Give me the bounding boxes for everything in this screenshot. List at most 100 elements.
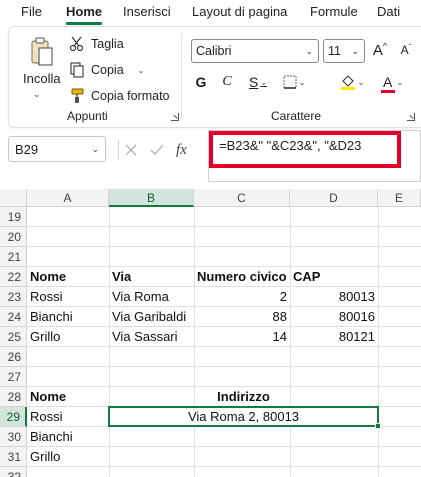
row-header[interactable]: 27 xyxy=(0,367,27,387)
format-painter-icon xyxy=(69,88,85,104)
cell-b28-merged[interactable]: Indirizzo xyxy=(109,387,378,407)
chevron-down-icon: ⌄ xyxy=(351,46,359,56)
paste-button[interactable]: Incolla ⌄ xyxy=(21,37,61,103)
row-header[interactable]: 21 xyxy=(0,247,27,267)
cell-a24[interactable]: Bianchi xyxy=(30,307,108,327)
chevron-down-icon: ⌄ xyxy=(260,77,268,87)
bold-button[interactable]: G xyxy=(193,71,209,93)
grow-font-icon: A xyxy=(372,41,383,59)
formula-bar-buttons: fx xyxy=(124,140,208,160)
cut-button[interactable]: Taglia xyxy=(69,33,124,55)
row-header[interactable]: 30 xyxy=(0,427,27,447)
cell-a30[interactable]: Bianchi xyxy=(30,427,108,447)
cell-b29-merged[interactable]: Via Roma 2, 80013 xyxy=(109,407,378,427)
cell-a23[interactable]: Rossi xyxy=(30,287,108,307)
cell-d23[interactable]: 80013 xyxy=(293,287,375,307)
tab-file[interactable]: File xyxy=(21,4,42,19)
column-header-d[interactable]: D xyxy=(290,189,378,207)
name-box-value: B29 xyxy=(15,142,39,157)
name-box[interactable]: B29 ⌄ xyxy=(8,136,106,162)
format-painter-label: Copia formato xyxy=(91,89,170,103)
tab-home[interactable]: Home xyxy=(66,4,102,19)
row-header[interactable]: 26 xyxy=(0,347,27,367)
cell-b25[interactable]: Via Sassari xyxy=(112,327,193,347)
fill-color-button[interactable]: ⌄ xyxy=(337,71,367,93)
grid-line xyxy=(27,366,421,367)
active-tab-indicator xyxy=(66,22,102,25)
tab-insert[interactable]: Inserisci xyxy=(123,4,171,19)
row-header-selected[interactable]: 29 xyxy=(0,407,27,427)
scissors-icon xyxy=(69,36,85,52)
underline-icon: S xyxy=(248,74,259,90)
paint-bucket-icon xyxy=(340,75,355,90)
row-header[interactable]: 23 xyxy=(0,287,27,307)
font-size-value: 11 xyxy=(328,44,341,58)
tab-data[interactable]: Dati xyxy=(377,4,400,19)
borders-button[interactable]: ⌄ xyxy=(279,71,309,93)
group-separator xyxy=(181,33,182,119)
cell-c23[interactable]: 2 xyxy=(197,287,287,307)
row-header[interactable]: 24 xyxy=(0,307,27,327)
cancel-icon[interactable] xyxy=(124,143,138,157)
cell-c24[interactable]: 88 xyxy=(197,307,287,327)
cell-d25[interactable]: 80121 xyxy=(293,327,375,347)
column-header-a[interactable]: A xyxy=(27,189,109,207)
formula-bar-divider xyxy=(118,140,119,160)
cell-a22[interactable]: Nome xyxy=(30,267,108,287)
grid-line xyxy=(378,207,379,477)
decrease-font-size-button[interactable]: Aˇ xyxy=(395,39,417,61)
clipboard-group-label: Appunti xyxy=(67,109,108,123)
copy-button[interactable]: Copia ⌄ xyxy=(69,59,144,81)
copy-dropdown-chevron-icon[interactable]: ⌄ xyxy=(138,66,145,75)
chevron-down-icon: ⌄ xyxy=(396,77,404,87)
increase-font-size-button[interactable]: A ^ xyxy=(369,39,391,61)
underline-button[interactable]: S ⌄ xyxy=(245,71,271,93)
cell-c25[interactable]: 14 xyxy=(197,327,287,347)
worksheet-grid[interactable]: A B C D E 19 20 21 22 23 24 25 26 27 28 … xyxy=(0,189,421,477)
row-header[interactable]: 20 xyxy=(0,227,27,247)
tab-formulas[interactable]: Formule xyxy=(310,4,358,19)
font-color-button[interactable]: A ⌄ xyxy=(377,71,407,93)
copy-icon xyxy=(69,62,85,78)
row-header[interactable]: 31 xyxy=(0,447,27,467)
column-header-c[interactable]: C xyxy=(194,189,290,207)
row-header[interactable]: 32 xyxy=(0,467,27,477)
cell-a28[interactable]: Nome xyxy=(30,387,108,407)
select-all-corner[interactable] xyxy=(0,189,27,207)
cell-d24[interactable]: 80016 xyxy=(293,307,375,327)
row-header[interactable]: 28 xyxy=(0,387,27,407)
italic-button[interactable]: C xyxy=(219,71,235,93)
clipboard-dialog-launcher-icon[interactable] xyxy=(171,113,179,121)
chevron-down-icon[interactable]: ⌄ xyxy=(33,89,41,100)
font-size-select[interactable]: 11 ⌄ xyxy=(323,39,365,63)
row-header[interactable]: 19 xyxy=(0,207,27,227)
chevron-down-icon: ⌄ xyxy=(298,77,306,87)
tab-page-layout[interactable]: Layout di pagina xyxy=(192,4,287,19)
cell-b23[interactable]: Via Roma xyxy=(112,287,193,307)
font-name-select[interactable]: Calibri ⌄ xyxy=(191,39,319,63)
cell-d22[interactable]: CAP xyxy=(293,267,377,287)
row-header[interactable]: 25 xyxy=(0,327,27,347)
cell-a31[interactable]: Grillo xyxy=(30,447,108,467)
caret-down-icon: ˇ xyxy=(408,42,412,52)
column-header-e[interactable]: E xyxy=(378,189,421,207)
font-name-value: Calibri xyxy=(196,44,232,58)
column-header-b[interactable]: B xyxy=(109,189,194,207)
cell-a29[interactable]: Rossi xyxy=(30,407,108,427)
font-dialog-launcher-icon[interactable] xyxy=(407,113,415,121)
borders-icon xyxy=(283,75,297,89)
cell-b24[interactable]: Via Garibaldi xyxy=(112,307,193,327)
format-painter-button[interactable]: Copia formato xyxy=(69,85,170,107)
cell-a25[interactable]: Grillo xyxy=(30,327,108,347)
insert-function-button[interactable]: fx xyxy=(176,142,187,159)
font-color-swatch xyxy=(380,90,395,93)
enter-check-icon[interactable] xyxy=(150,143,164,157)
grid-line xyxy=(109,207,110,477)
cell-c22[interactable]: Numero civico xyxy=(197,267,289,287)
ribbon: Incolla ⌄ Taglia Copia ⌄ Copia formato A… xyxy=(8,26,421,128)
cell-b22[interactable]: Via xyxy=(112,267,193,287)
copy-label: Copia xyxy=(91,63,124,77)
row-header[interactable]: 22 xyxy=(0,267,27,287)
formula-input[interactable]: =B23&" "&C23&", "&D23 xyxy=(208,130,421,182)
fill-handle[interactable] xyxy=(375,423,381,429)
